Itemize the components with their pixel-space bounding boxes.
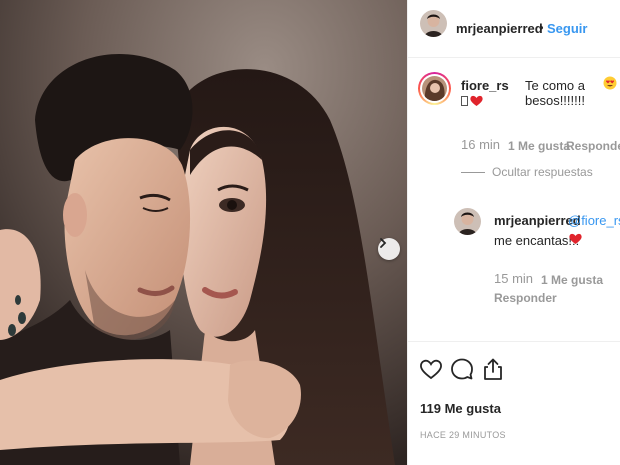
reply-text: me encantas!!! [494,233,580,248]
couple-photo-image [0,0,407,465]
comment-icon[interactable] [450,357,474,381]
author-username[interactable]: mrjeanpierred [456,21,543,36]
separator-dot: • [539,20,544,35]
author-avatar[interactable] [420,10,447,37]
heart-icon[interactable] [419,357,443,381]
red-heart-icon [569,232,582,250]
post-actions: 119 Me gusta HACE 29 MINUTOS [408,341,620,465]
post-photo[interactable] [0,0,407,465]
reply-mention-link[interactable]: @fiore_rs [568,213,620,228]
post-timestamp[interactable]: HACE 29 MINUTOS [420,430,506,440]
comment-likes[interactable]: 1 Me gusta [508,139,570,153]
post-header: mrjeanpierred • Seguir [408,0,620,58]
comment-reply-button[interactable]: Responder [566,139,620,153]
heart-eyes-emoji-icon [603,76,617,95]
reply-time[interactable]: 15 min [494,271,533,286]
hide-replies-button[interactable]: Ocultar respuestas [492,165,593,179]
replies-divider [461,172,485,173]
comment-emoji-line [461,95,483,107]
post-side-panel: mrjeanpierred • Seguir fiore_rs Te como … [407,0,620,465]
reply-avatar[interactable] [454,208,481,235]
chevron-right-icon [380,238,387,248]
reply-likes[interactable]: 1 Me gusta [541,273,603,287]
likes-count[interactable]: 119 Me gusta [420,401,501,416]
red-heart-icon [470,95,483,106]
share-icon[interactable] [481,357,505,381]
follow-button[interactable]: Seguir [547,21,587,36]
missing-glyph-icon [461,96,468,106]
reply-reply-button[interactable]: Responder [494,291,557,305]
comment-time[interactable]: 16 min [461,137,500,152]
commenter-avatar[interactable] [418,72,451,105]
next-photo-button[interactable] [378,238,400,260]
comment-username[interactable]: fiore_rs [461,78,509,93]
